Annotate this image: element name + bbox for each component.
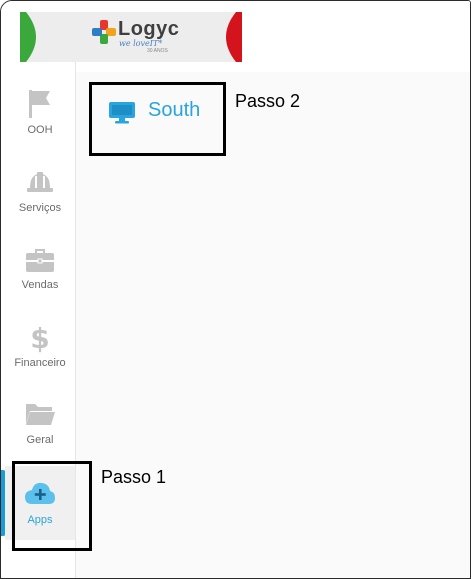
sidebar-item-label: Vendas (21, 279, 59, 291)
briefcase-icon (26, 249, 54, 272)
svg-text:$: $ (30, 322, 49, 353)
logo-cross-icon (92, 20, 116, 44)
step2-highlight-box (89, 82, 226, 156)
sidebar-item-label: OOH (27, 124, 53, 136)
sidebar-item-vendas[interactable]: Vendas (5, 243, 75, 317)
sidebar-item-financeiro[interactable]: $ Financeiro (5, 321, 75, 395)
flag-icon (29, 90, 50, 118)
logo-years: 30 ANOS (147, 48, 168, 54)
header: Logyc we loveIT* 30 ANOS (1, 1, 470, 62)
logo-banner: Logyc we loveIT* 30 ANOS (20, 12, 242, 62)
sidebar-item-label: Serviços (18, 202, 62, 214)
sidebar-item-label: Geral (26, 434, 54, 446)
sidebar-item-label: Financeiro (14, 357, 66, 369)
folder-icon (26, 404, 55, 425)
step1-highlight-box (12, 461, 92, 551)
step1-label: Passo 1 (101, 467, 167, 487)
sidebar-item-servicos[interactable]: Serviços (5, 166, 75, 240)
logo-tagline: we loveIT* (119, 39, 163, 48)
dollar-icon: $ (30, 322, 49, 353)
hardhat-icon (27, 172, 53, 192)
logo-red-shape (226, 12, 242, 62)
logo-green-shape (20, 12, 36, 62)
step2-label: Passo 2 (235, 91, 301, 111)
sidebar-item-ooh[interactable]: OOH (5, 88, 75, 162)
logo-name: Logyc (118, 18, 180, 40)
